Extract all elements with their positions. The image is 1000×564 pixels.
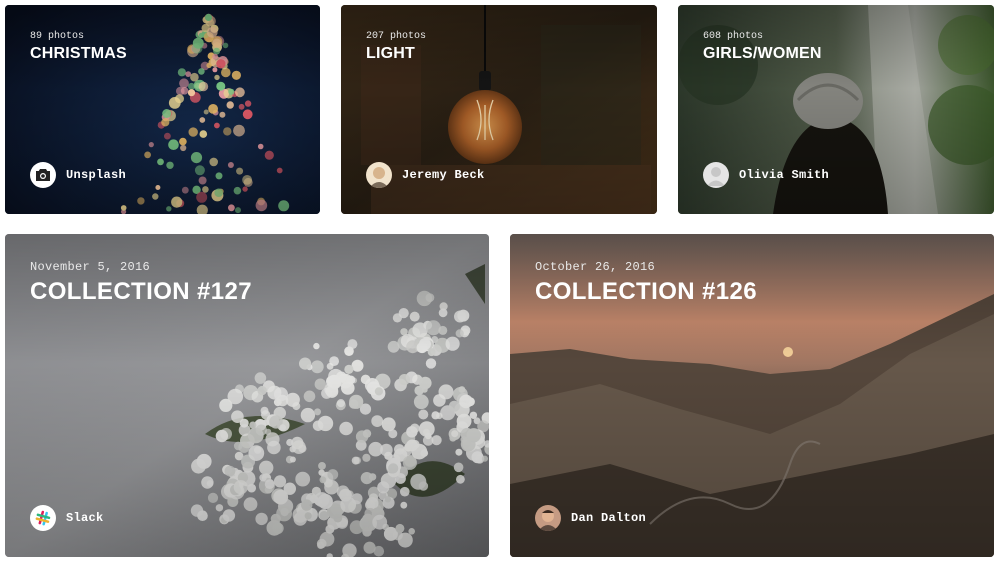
collection-card-127[interactable]: November 5, 2016 COLLECTION #127 Slack [5,234,489,557]
photo-count: 608 photos [703,31,764,42]
collection-author[interactable]: Olivia Smith [703,162,829,188]
author-name: Olivia Smith [739,168,830,182]
collection-card-girls-women[interactable]: 608 photos GIRLS/WOMEN Olivia Smith [678,5,994,214]
author-name: Jeremy Beck [402,168,485,182]
collection-author[interactable]: Slack [30,505,104,531]
collection-card-126[interactable]: October 26, 2016 COLLECTION #126 Dan Dal… [510,234,994,557]
collection-author[interactable]: Jeremy Beck [366,162,485,188]
collection-date: October 26, 2016 [535,260,656,274]
collection-author[interactable]: Dan Dalton [535,505,646,531]
default-user-icon [703,162,729,188]
collection-title: CHRISTMAS [30,45,127,62]
collection-date: November 5, 2016 [30,260,151,274]
collection-title: COLLECTION #127 [30,278,253,305]
author-avatar [535,505,561,531]
author-name: Dan Dalton [571,511,647,525]
slack-logo-icon [30,505,56,531]
photo-count: 89 photos [30,31,85,42]
author-name: Unsplash [66,168,127,182]
camera-icon [30,162,56,188]
author-name: Slack [66,511,104,525]
collection-title: GIRLS/WOMEN [703,45,822,62]
collection-author[interactable]: Unsplash [30,162,126,188]
author-avatar [366,162,392,188]
collection-card-light[interactable]: 207 photos LIGHT Jeremy Beck [341,5,657,214]
collection-card-christmas[interactable]: 89 photos CHRISTMAS Unsplash [5,5,320,214]
collection-title: LIGHT [366,45,415,62]
collection-title: COLLECTION #126 [535,278,758,305]
photo-count: 207 photos [366,31,427,42]
